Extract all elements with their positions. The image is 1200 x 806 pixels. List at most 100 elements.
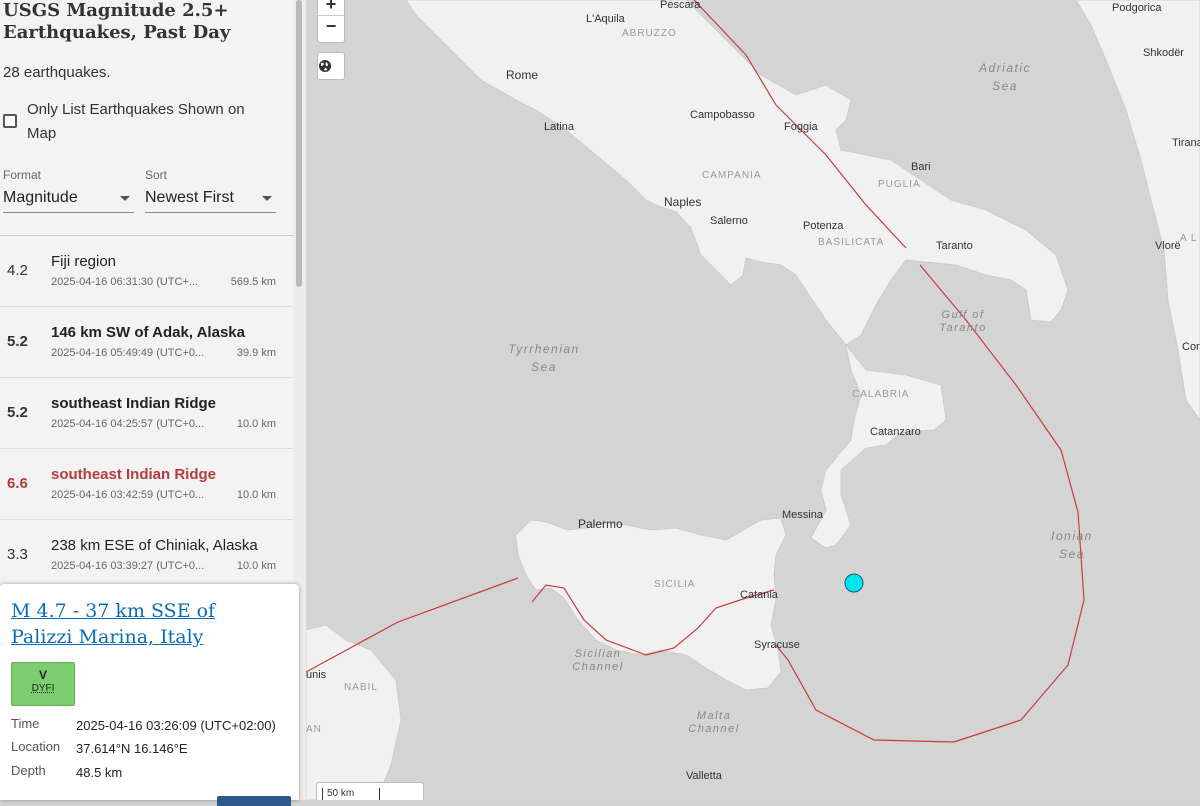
- map-label: Podgorica: [1112, 2, 1162, 14]
- map-label: Latina: [544, 121, 574, 133]
- time-value: 2025-04-16 03:26:09 (UTC+02:00): [76, 718, 276, 733]
- magnitude: 5.2: [7, 333, 28, 350]
- sort-caption: Sort: [145, 168, 168, 182]
- map-label: CAMPANIA: [702, 170, 762, 181]
- depth-value: 48.5 km: [76, 765, 123, 780]
- map-label: Vlorë: [1155, 240, 1181, 252]
- filter-label[interactable]: Only List Earthquakes Shown on Map: [27, 98, 277, 146]
- earthquake-list: 4.2 Fiji region 2025-04-16 06:31:30 (UTC…: [0, 236, 293, 591]
- magnitude: 5.2: [7, 404, 28, 421]
- dyfi-badge[interactable]: V DYFI: [11, 662, 75, 706]
- event-time: 2025-04-16 05:49:49 (UTC+0...: [51, 347, 205, 359]
- map-label: Catania: [740, 589, 778, 601]
- fault-line-ionian: [775, 264, 1085, 743]
- list-item[interactable]: 5.2 146 km SW of Adak, Alaska 2025-04-16…: [0, 307, 293, 378]
- list-item[interactable]: 5.2 southeast Indian Ridge 2025-04-16 04…: [0, 378, 293, 449]
- list-item[interactable]: 3.3 238 km ESE of Chiniak, Alaska 2025-0…: [0, 520, 293, 591]
- map-label: PUGLIA: [878, 179, 921, 190]
- depth: 10.0 km: [236, 489, 276, 501]
- location-value: 37.614°N 16.146°E: [76, 741, 188, 756]
- depth: 10.0 km: [236, 560, 276, 572]
- map-label: L'Aquila: [586, 13, 625, 25]
- event-time: 2025-04-16 03:42:59 (UTC+0...: [51, 489, 205, 501]
- chevron-down-icon: [120, 196, 130, 201]
- map-label: Shkodër: [1143, 47, 1184, 59]
- event-page-button[interactable]: [217, 796, 291, 806]
- scale-tick: [379, 788, 380, 800]
- map-label: AN: [306, 724, 322, 735]
- map-label: Rome: [506, 68, 539, 82]
- sort-select[interactable]: Sort Newest First: [145, 168, 276, 213]
- map-label: NABIL: [344, 682, 378, 693]
- scale-label: 50 km: [327, 788, 355, 799]
- format-caption: Format: [3, 168, 42, 182]
- map-label: SICILIA: [654, 579, 696, 590]
- scale-bar: 50 km: [316, 782, 424, 800]
- map-label: Ionian Sea: [1051, 529, 1093, 561]
- earthquake-popup: M 4.7 - 37 km SSE of Palizzi Marina, Ita…: [0, 584, 299, 806]
- filter-checkbox[interactable]: [3, 114, 17, 128]
- land-italy: [405, 0, 1069, 549]
- map-filter-toggle[interactable]: Only List Earthquakes Shown on Map: [3, 98, 283, 146]
- list-item[interactable]: 6.6 southeast Indian Ridge 2025-04-16 03…: [0, 449, 293, 520]
- format-value[interactable]: Magnitude: [3, 189, 78, 207]
- map-label: CALABRIA: [852, 389, 910, 400]
- magnitude: 4.2: [7, 262, 28, 279]
- place: Fiji region: [51, 253, 117, 270]
- popup-title-link[interactable]: M 4.7 - 37 km SSE of Palizzi Marina, Ita…: [11, 598, 281, 650]
- zoom-in-button[interactable]: +: [318, 0, 344, 15]
- map-label: Bari: [911, 161, 931, 173]
- location-label: Location: [11, 739, 61, 754]
- time-label: Time: [11, 716, 40, 731]
- map-label: Valletta: [686, 770, 722, 782]
- earthquake-count: 28 earthquakes.: [3, 64, 111, 81]
- map-label: Campobasso: [690, 109, 755, 121]
- sort-value[interactable]: Newest First: [145, 189, 234, 207]
- dyfi-level: V: [38, 668, 47, 682]
- map-label: Tyrrhenian Sea: [508, 342, 580, 374]
- map-label: Salerno: [710, 215, 748, 227]
- earthquake-marker: [844, 573, 864, 593]
- map-label: Potenza: [803, 220, 844, 232]
- map-label: Messina: [782, 509, 823, 521]
- depth: 569.5 km: [230, 276, 276, 288]
- depth-label: Depth: [11, 763, 46, 778]
- depth: 10.0 km: [236, 418, 276, 430]
- map-label: Palermo: [578, 517, 623, 531]
- map-label: Tirana: [1172, 137, 1200, 149]
- map-label: BASILICATA: [818, 237, 885, 248]
- scale-tick: [322, 788, 323, 800]
- place: southeast Indian Ridge: [51, 466, 217, 483]
- map-label: Syracuse: [754, 639, 800, 651]
- scrollbar-thumb[interactable]: [296, 0, 302, 287]
- event-time: 2025-04-16 03:39:27 (UTC+0...: [51, 560, 205, 572]
- panel-title: USGS Magnitude 2.5+ Earthquakes, Past Da…: [3, 0, 231, 43]
- map-label: ABRUZZO: [622, 28, 677, 39]
- list-item[interactable]: 4.2 Fiji region 2025-04-16 06:31:30 (UTC…: [0, 236, 293, 307]
- map-label: Gulf of Taranto: [939, 309, 987, 334]
- sort-underline: [145, 212, 276, 213]
- map-label: unis: [306, 669, 327, 681]
- map-label: Sicilian Channel: [572, 648, 624, 673]
- map-label: Taranto: [936, 240, 973, 252]
- dyfi-label: DYFI: [31, 683, 55, 694]
- zoom-out-button[interactable]: −: [318, 16, 344, 37]
- magnitude: 6.6: [7, 475, 28, 492]
- map-label: Foggia: [784, 121, 818, 133]
- format-underline: [3, 212, 134, 213]
- globe-icon: [319, 60, 331, 72]
- depth: 39.9 km: [236, 347, 276, 359]
- map-label: Adriatic Sea: [978, 61, 1031, 93]
- map[interactable]: Pescara L'Aquila ABRUZZO Rome Latina Cam…: [306, 0, 1200, 800]
- magnitude: 3.3: [7, 546, 28, 563]
- map-label: Pescara: [660, 0, 701, 11]
- land-balkans: [1075, 0, 1200, 421]
- format-select[interactable]: Format Magnitude: [3, 168, 134, 213]
- place: southeast Indian Ridge: [51, 395, 217, 412]
- place: 146 km SW of Adak, Alaska: [51, 324, 245, 341]
- chevron-down-icon: [262, 196, 272, 201]
- globe-button[interactable]: [317, 52, 345, 80]
- map-label: Naples: [664, 195, 702, 209]
- place: 238 km ESE of Chiniak, Alaska: [51, 537, 258, 554]
- event-time: 2025-04-16 06:31:30 (UTC+...: [51, 276, 199, 288]
